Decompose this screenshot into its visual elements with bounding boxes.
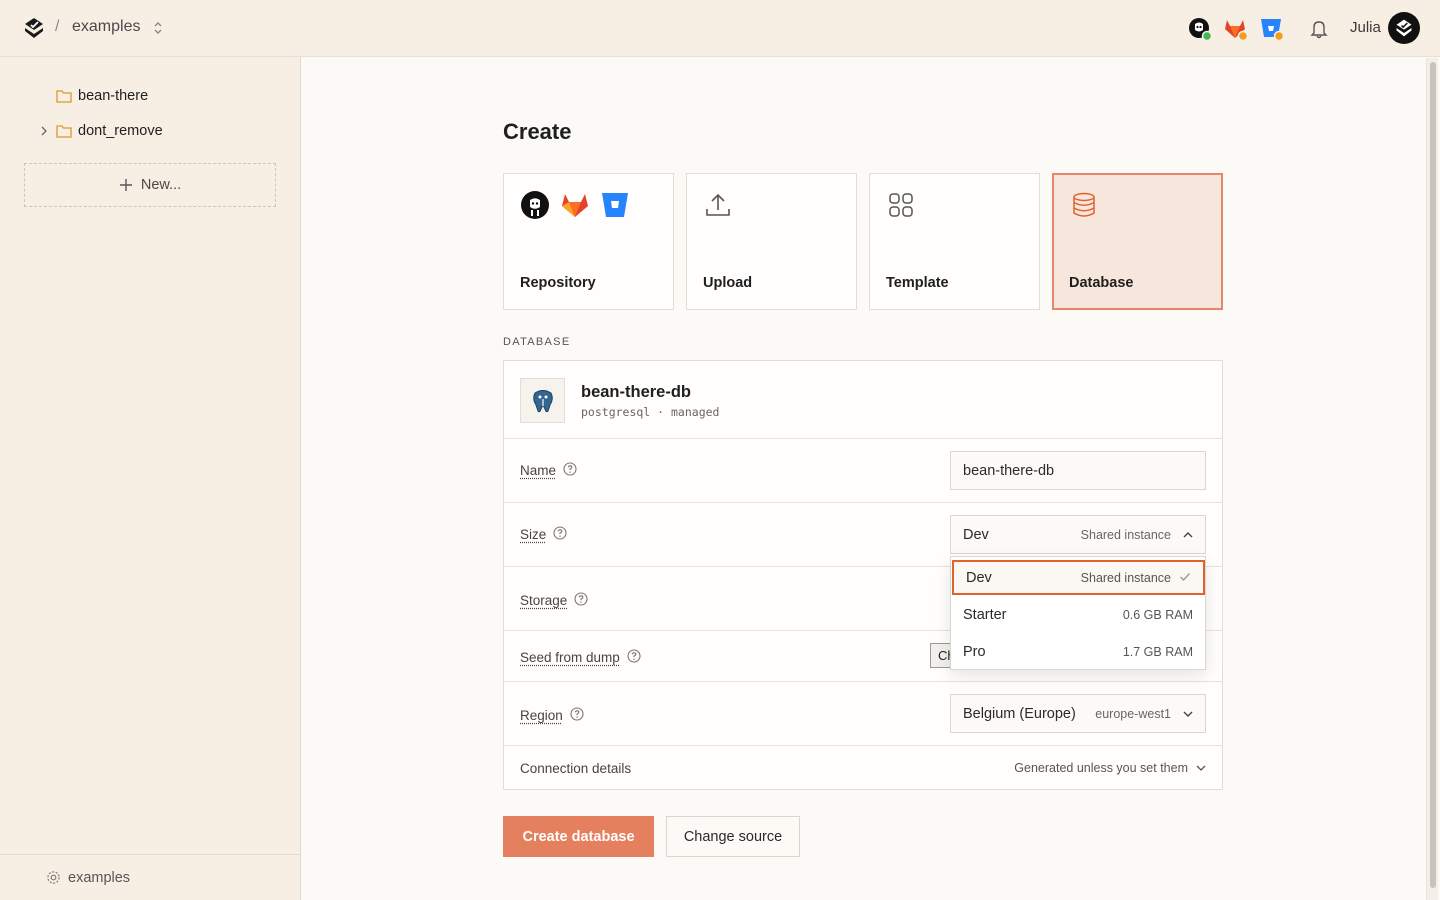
region-label: Region xyxy=(520,707,584,724)
size-option-starter[interactable]: Starter 0.6 GB RAM xyxy=(951,596,1205,633)
sidebar-item-label: dont_remove xyxy=(78,123,163,139)
db-name: bean-there-db xyxy=(581,383,692,401)
page-title: Create xyxy=(503,119,572,144)
chevron-down-icon xyxy=(1196,765,1206,771)
help-icon[interactable] xyxy=(553,526,567,543)
plus-icon xyxy=(119,179,132,191)
connection-details-row[interactable]: Connection details Generated unless you … xyxy=(504,746,1222,790)
name-label: Name xyxy=(520,462,577,479)
upload-icon xyxy=(703,190,733,225)
seed-label: Seed from dump xyxy=(520,649,641,666)
name-row: Name bean-there-db xyxy=(504,439,1222,503)
help-icon[interactable] xyxy=(574,592,588,609)
sidebar: bean-there dont_remove New... examples xyxy=(0,57,301,900)
user-name[interactable]: Julia xyxy=(1350,19,1381,36)
source-card-label: Upload xyxy=(703,275,753,291)
db-meta: postgresql · managed xyxy=(581,405,720,419)
project-switcher-icon[interactable] xyxy=(151,19,165,37)
create-database-button[interactable]: Create database xyxy=(503,816,654,857)
bitbucket-icon xyxy=(600,190,630,225)
storage-label: Storage xyxy=(520,592,588,609)
sidebar-item-bean-there[interactable]: bean-there xyxy=(56,86,148,106)
bitbucket-icon[interactable] xyxy=(1258,15,1286,43)
size-dropdown-menu: Dev Shared instance Starter 0.6 GB RAM P… xyxy=(950,556,1206,670)
bell-icon[interactable] xyxy=(1306,15,1334,43)
source-card-upload[interactable]: Upload xyxy=(686,173,857,310)
chevron-up-icon xyxy=(1183,527,1193,543)
breadcrumb-project[interactable]: examples xyxy=(72,18,140,36)
sidebar-item-label: bean-there xyxy=(78,88,149,104)
github-icon[interactable] xyxy=(1186,15,1214,43)
sidebar-item-dont-remove[interactable]: dont_remove xyxy=(56,121,163,141)
region-row: Region Belgium (Europe) europe-west1 xyxy=(504,682,1222,746)
help-icon[interactable] xyxy=(570,707,584,724)
brand-logo-icon[interactable] xyxy=(22,16,46,40)
check-icon xyxy=(1179,570,1191,586)
name-input[interactable]: bean-there-db xyxy=(950,451,1206,490)
connection-details-label: Connection details xyxy=(520,760,632,776)
size-select[interactable]: Dev Shared instance xyxy=(950,515,1206,554)
gear-icon xyxy=(47,871,60,884)
new-button[interactable]: New... xyxy=(24,163,276,207)
top-bar: / examples Julia xyxy=(0,0,1440,57)
size-option-dev[interactable]: Dev Shared instance xyxy=(952,560,1205,595)
db-header: bean-there-db postgresql · managed xyxy=(504,361,1222,439)
source-card-label: Database xyxy=(1069,275,1134,291)
change-source-button[interactable]: Change source xyxy=(666,816,800,857)
size-option-pro[interactable]: Pro 1.7 GB RAM xyxy=(951,633,1205,670)
help-icon[interactable] xyxy=(627,649,641,666)
source-card-template[interactable]: Template xyxy=(869,173,1040,310)
source-card-repository[interactable]: Repository xyxy=(503,173,674,310)
source-card-label: Template xyxy=(886,275,949,291)
folder-icon xyxy=(56,125,72,138)
main-scrollbar[interactable] xyxy=(1426,58,1438,900)
database-icon xyxy=(1069,190,1099,225)
sidebar-footer-settings[interactable]: examples xyxy=(0,854,300,900)
breadcrumb-separator: / xyxy=(55,18,60,35)
scrollbar-thumb[interactable] xyxy=(1430,62,1436,888)
gitlab-icon[interactable] xyxy=(1222,15,1250,43)
help-icon[interactable] xyxy=(563,462,577,479)
chevron-down-icon xyxy=(1183,706,1193,722)
folder-icon xyxy=(56,90,72,103)
connection-details-hint: Generated unless you set them xyxy=(1014,761,1206,775)
github-icon xyxy=(520,190,550,225)
new-button-label: New... xyxy=(140,177,182,193)
sidebar-footer-label: examples xyxy=(68,869,131,886)
section-label: DATABASE xyxy=(503,336,571,348)
source-card-label: Repository xyxy=(520,275,596,291)
choose-file-button[interactable]: Ch xyxy=(930,643,952,668)
region-select[interactable]: Belgium (Europe) europe-west1 xyxy=(950,694,1206,733)
template-grid-icon xyxy=(886,190,916,225)
chevron-right-icon[interactable] xyxy=(38,124,50,136)
gitlab-icon xyxy=(560,190,590,225)
size-label: Size xyxy=(520,526,567,543)
avatar[interactable] xyxy=(1388,12,1420,44)
postgresql-icon xyxy=(520,378,565,423)
source-card-database[interactable]: Database xyxy=(1052,173,1223,310)
